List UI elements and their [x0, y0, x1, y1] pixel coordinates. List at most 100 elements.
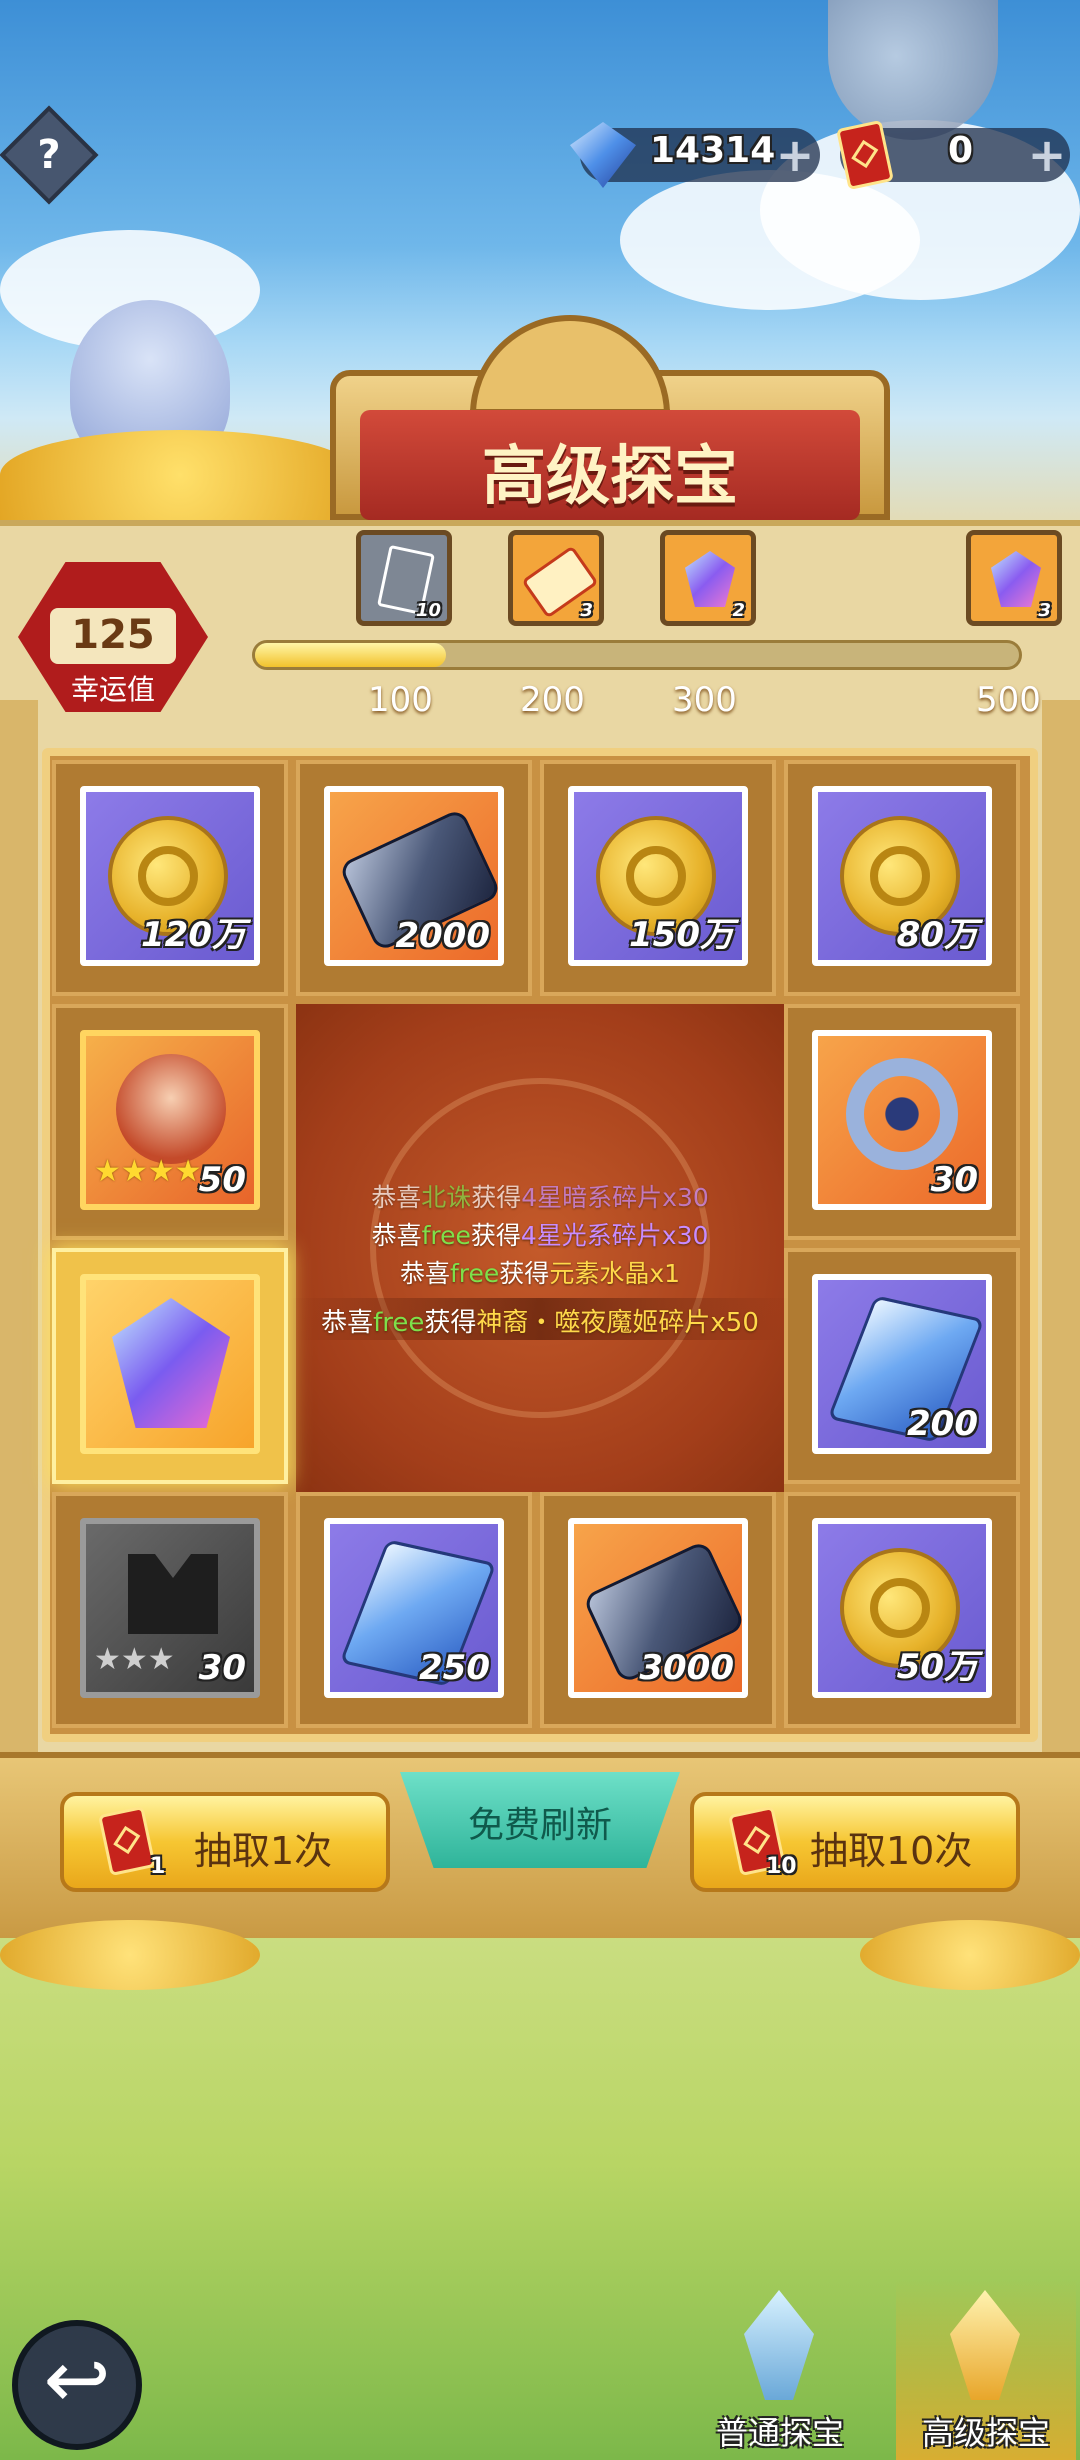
reward-amount: 30 [930, 1160, 978, 1200]
reward-cell[interactable]: 120万 [52, 760, 288, 996]
right-pillar [1042, 700, 1080, 1760]
add-diamond-button[interactable]: + [772, 132, 818, 178]
milestone-threshold: 500 [976, 680, 1041, 720]
reward-cell[interactable]: 200 [784, 1248, 1020, 1484]
milestone-count: 10 [415, 600, 441, 621]
feed-player: free [373, 1308, 425, 1338]
feed-text: 恭喜 [371, 1221, 422, 1250]
nav-normal-label: 普通探宝 [715, 2414, 844, 2452]
crystal-tower-icon [744, 2290, 814, 2400]
feed-player: free [421, 1221, 471, 1250]
reward-card: ★★★ 30 [80, 1518, 260, 1698]
reward-cell-selected[interactable] [52, 1248, 288, 1484]
milestone-crystal-final[interactable]: 3 [966, 530, 1062, 626]
reward-amount: 200 [907, 1404, 978, 1444]
nav-advanced-label: 高级探宝 [921, 2414, 1050, 2452]
milestone-threshold: 200 [520, 680, 585, 720]
feed-item: 神裔・噬夜魔姬碎片x50 [476, 1308, 759, 1338]
draw-ten-cost: 10 [766, 1854, 797, 1879]
feed-player: 北诛 [421, 1183, 472, 1212]
back-arrow-icon: ↩ [43, 2333, 111, 2426]
milestone-count: 3 [580, 600, 593, 621]
feed-text: 获得 [499, 1259, 550, 1288]
feed-text: 获得 [424, 1308, 477, 1338]
feed-line: 恭喜free获得4星光系碎片x30 [296, 1216, 784, 1252]
reward-amount: 250 [419, 1648, 490, 1688]
feed-line-highlight: 恭喜free获得神裔・噬夜魔姬碎片x50 [290, 1302, 790, 1339]
reward-amount: 120万 [141, 915, 246, 955]
feed-item: 元素水晶x1 [549, 1259, 681, 1288]
feed-line: 恭喜free获得元素水晶x1 [296, 1254, 784, 1290]
milestone-threshold: 100 [368, 680, 433, 720]
feed-text: 恭喜 [321, 1308, 374, 1338]
feed-text: 恭喜 [371, 1183, 422, 1212]
star-rating-icon: ★★★ [94, 1642, 175, 1677]
left-pillar [0, 700, 38, 1760]
feed-text: 获得 [471, 1183, 522, 1212]
reward-card: ★★★★ 50 [80, 1030, 260, 1210]
feed-text: 获得 [470, 1221, 521, 1250]
ticket-count: 0 [948, 130, 974, 171]
reward-cell[interactable]: ★★★ 30 [52, 1492, 288, 1728]
prism-icon [991, 551, 1041, 607]
milestone-card[interactable]: 10 [356, 530, 452, 626]
feed-text: 恭喜 [399, 1259, 450, 1288]
coin-pile-right [860, 1920, 1080, 1990]
reward-card: 3000 [568, 1518, 748, 1698]
page-title: 高级探宝 [482, 440, 738, 514]
draw-one-label: 抽取1次 [194, 1829, 333, 1873]
milestone-crystal[interactable]: 2 [660, 530, 756, 626]
hero-portrait-icon [116, 1054, 226, 1164]
reward-cell[interactable]: 150万 [540, 760, 776, 996]
reward-amount: 80万 [896, 915, 978, 955]
add-ticket-button[interactable]: + [1024, 132, 1070, 178]
reward-cell[interactable]: ★★★★ 50 [52, 1004, 288, 1240]
reward-card: 200 [812, 1274, 992, 1454]
prism-crystal-icon [112, 1298, 230, 1428]
milestone-count: 2 [732, 600, 745, 621]
reward-card: 150万 [568, 786, 748, 966]
draw-one-cost: 1 [150, 1854, 166, 1879]
reward-amount: 50 [198, 1160, 246, 1200]
ticket-icon [98, 1805, 156, 1877]
free-refresh-label: 免费刷新 [467, 1805, 612, 1846]
reward-card: 250 [324, 1518, 504, 1698]
reward-card: 2000 [324, 786, 504, 966]
nav-advanced-treasure[interactable]: 高级探宝 [896, 2280, 1076, 2460]
feed-line: 恭喜北诛获得4星暗系碎片x30 [296, 1178, 784, 1214]
reward-amount: 150万 [629, 915, 734, 955]
milestone-scroll[interactable]: 3 [508, 530, 604, 626]
reward-cell[interactable]: 30 [784, 1004, 1020, 1240]
reward-card [80, 1274, 260, 1454]
reward-cell[interactable]: 2000 [296, 760, 532, 996]
ring-icon [846, 1058, 958, 1170]
balloon [828, 0, 998, 140]
reward-cell[interactable]: 250 [296, 1492, 532, 1728]
milestone-count: 3 [1038, 600, 1051, 621]
diamond-count: 14314 [650, 130, 776, 171]
reward-card: 50万 [812, 1518, 992, 1698]
reward-cell[interactable]: 3000 [540, 1492, 776, 1728]
reward-amount: 50万 [896, 1647, 978, 1687]
draw-ten-button[interactable]: 10 抽取10次 [690, 1792, 1020, 1892]
nav-normal-treasure[interactable]: 普通探宝 [700, 2280, 860, 2460]
question-icon: ? [37, 132, 61, 178]
reward-amount: 30 [198, 1648, 246, 1688]
draw-one-button[interactable]: 1 抽取1次 [60, 1792, 390, 1892]
coin-pile-left [0, 1920, 260, 1990]
reward-amount: 3000 [639, 1648, 734, 1688]
star-rating-icon: ★★★★ [94, 1154, 202, 1189]
reward-cell[interactable]: 80万 [784, 760, 1020, 996]
title-ring [470, 315, 670, 415]
draw-ten-label: 抽取10次 [810, 1829, 973, 1873]
prism-icon [685, 551, 735, 607]
reward-cell[interactable]: 50万 [784, 1492, 1020, 1728]
reward-card: 80万 [812, 786, 992, 966]
gold-crystal-tower-icon [950, 2290, 1020, 2400]
reward-amount: 2000 [395, 916, 490, 956]
luck-progress-fill [255, 643, 446, 667]
reward-card: 120万 [80, 786, 260, 966]
gold-pile [0, 430, 360, 520]
luck-label: 幸运值 [70, 673, 155, 706]
feed-player: free [450, 1259, 500, 1288]
